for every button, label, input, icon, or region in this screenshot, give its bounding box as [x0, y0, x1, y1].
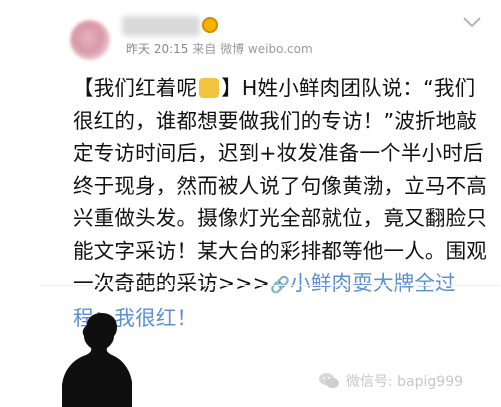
post-meta: 昨天 20:15 来自 微博 weibo.com [126, 41, 313, 57]
person-silhouette-image [62, 313, 132, 407]
author-name-redacted[interactable] [122, 16, 200, 36]
post-tag-end: 】 [221, 76, 242, 100]
author-avatar[interactable] [70, 20, 110, 60]
post-timestamp[interactable]: 昨天 20:15 [126, 42, 188, 56]
post-body: 【我们红着呢 】H姓小鲜肉团队说：“我们很红的，谁都想要做我们的专访！”波折地敲定… [73, 72, 493, 334]
post-tag[interactable]: 【我们红着呢 [73, 76, 197, 100]
source-site: weibo.com [247, 42, 313, 56]
doge-emoji-icon [199, 78, 220, 98]
wechat-icon [319, 373, 339, 389]
post-main-text: H姓小鲜肉团队说：“我们很红的，谁都想要做我们的专访！”波折地敲定专访时间后，迟… [73, 76, 487, 295]
source-prefix: 来自 [192, 42, 217, 56]
verified-badge-icon [202, 17, 218, 33]
weibo-post-card: 昨天 20:15 来自 微博 weibo.com 【我们红着呢 】H姓小鲜肉团队说… [0, 0, 501, 407]
post-divider [40, 285, 500, 286]
source-app: 微博 [220, 42, 245, 56]
chevron-down-icon[interactable] [463, 16, 481, 28]
watermark-text: 微信号: bapig999 [346, 374, 464, 390]
wechat-watermark: 微信号: bapig999 [318, 370, 463, 392]
